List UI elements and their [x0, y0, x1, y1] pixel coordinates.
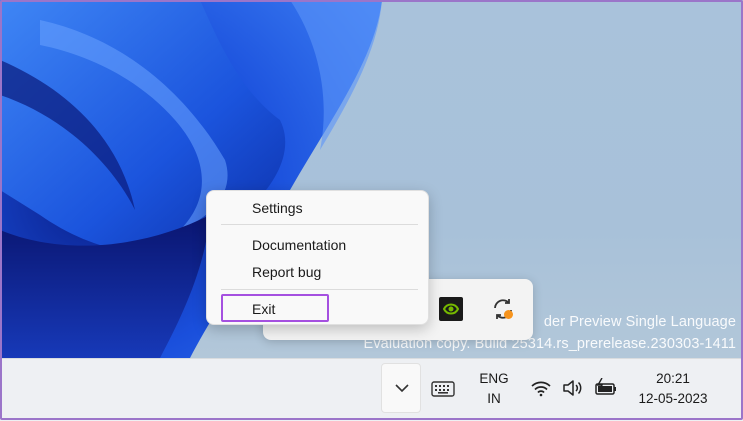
clock-time: 20:21	[656, 371, 690, 386]
sync-icon[interactable]	[491, 297, 515, 321]
context-menu: Settings Documentation Report bug Exit	[206, 190, 429, 325]
menu-separator	[221, 224, 418, 225]
nvidia-icon[interactable]	[439, 297, 463, 321]
keyboard-icon[interactable]	[431, 380, 455, 398]
menu-separator	[221, 289, 418, 290]
clock[interactable]: 20:21 12-05-2023	[628, 369, 718, 409]
menu-item-documentation[interactable]: Documentation	[221, 233, 414, 257]
language-indicator[interactable]: ENG IN	[473, 369, 515, 409]
speaker-icon[interactable]	[562, 378, 584, 398]
exit-highlight-box	[221, 294, 329, 322]
battery-icon[interactable]	[593, 378, 617, 398]
taskbar: ENG IN 20:21 12-05-2023	[0, 358, 743, 421]
wifi-icon[interactable]	[530, 379, 552, 397]
menu-item-report-bug[interactable]: Report bug	[221, 260, 414, 284]
menu-item-settings[interactable]: Settings	[221, 196, 414, 220]
show-hidden-icons-button[interactable]	[381, 363, 421, 413]
language-code: ENG	[479, 371, 509, 386]
language-region: IN	[487, 391, 501, 406]
chevron-up-icon	[395, 384, 409, 393]
clock-date: 12-05-2023	[638, 391, 708, 406]
